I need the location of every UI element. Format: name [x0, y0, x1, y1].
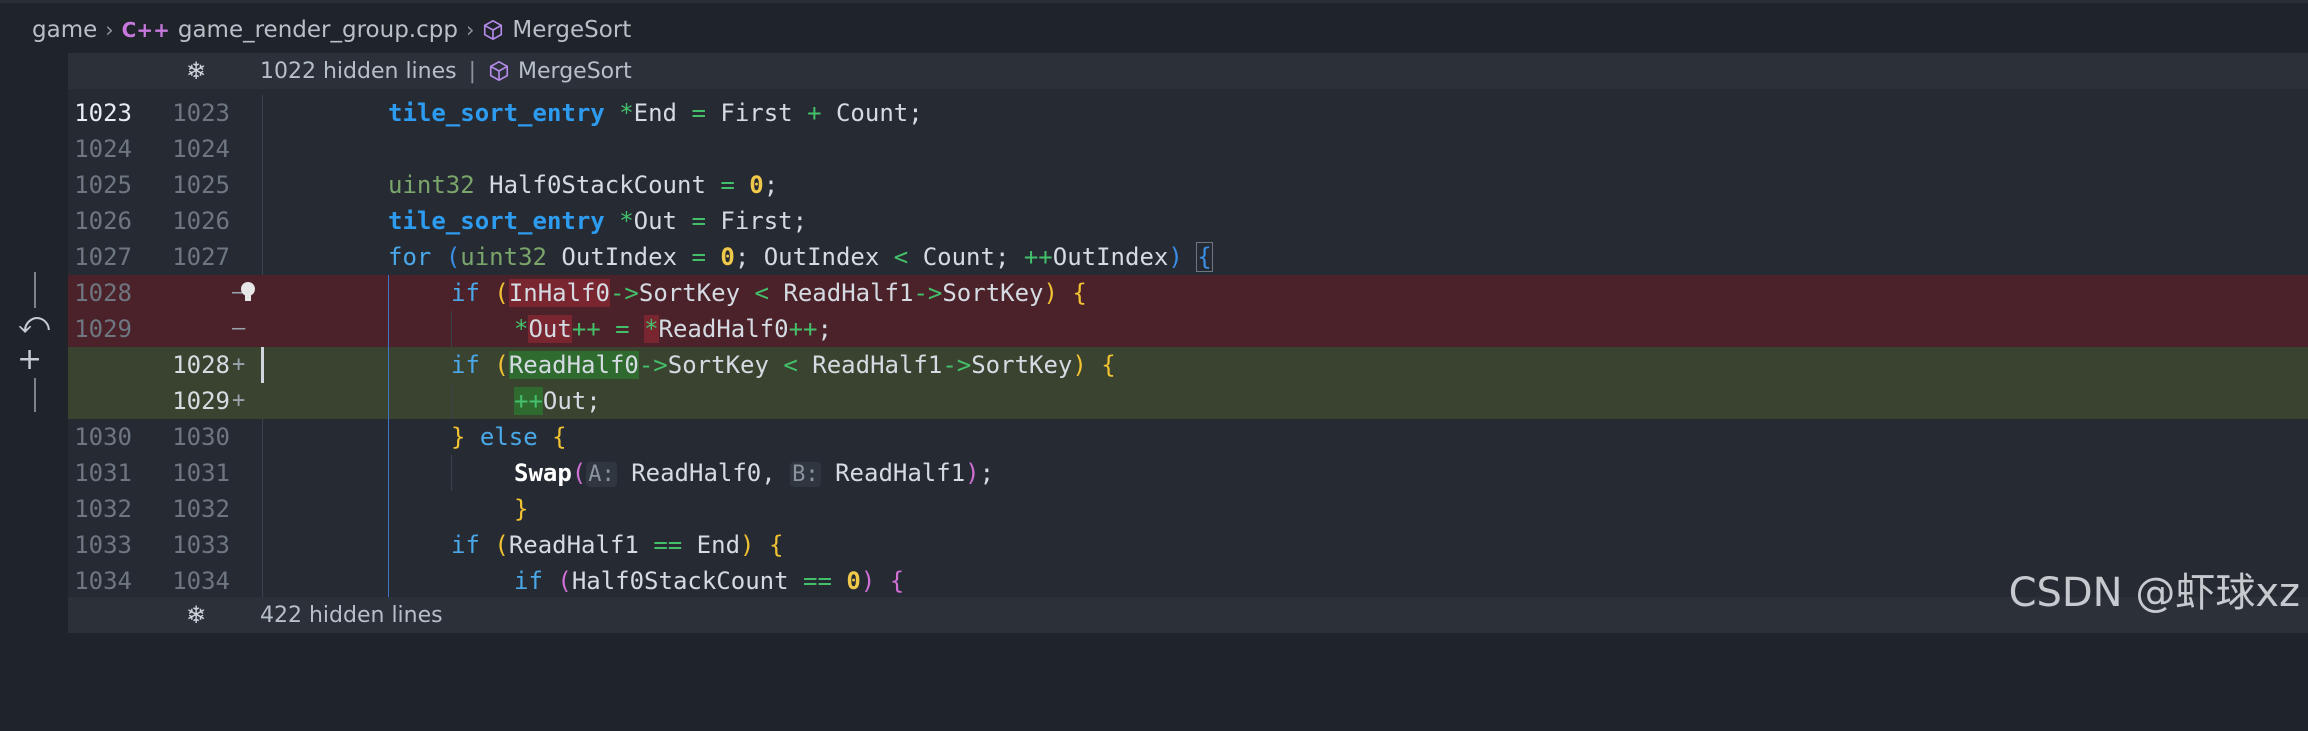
line-number-left: 1027 [74, 243, 132, 271]
code-line[interactable]: 1031 1031 Swap(A: ReadHalf0, B: ReadHalf… [68, 455, 2308, 491]
expand-snowflake-icon[interactable]: ❄ [182, 601, 210, 629]
added-marker: + [232, 352, 246, 377]
code-line[interactable]: 1024 1024 [68, 131, 2308, 167]
plus-icon[interactable]: + [17, 342, 42, 377]
code-line-added[interactable]: 1029 + ++Out; [68, 383, 2308, 419]
inlay-hint: A: [586, 462, 617, 487]
line-number-right: 1027 [172, 243, 230, 271]
line-number-right: 1029 [172, 387, 230, 415]
hidden-lines-bar-top[interactable]: ❄ 1022 hidden lines | MergeSort [68, 53, 2308, 89]
inlay-hint: B: [790, 462, 821, 487]
line-number-left: 1026 [74, 207, 132, 235]
code-line[interactable]: 1026 1026 tile_sort_entry *Out = First; [68, 203, 2308, 239]
hidden-lines-symbol: MergeSort [518, 58, 632, 84]
added-marker: + [232, 388, 246, 413]
diff-connector [34, 272, 36, 308]
diff-connector [34, 378, 36, 412]
code-line[interactable]: 1030 1030 } else { [68, 419, 2308, 455]
line-number-left: 1033 [74, 531, 132, 559]
line-number-right: 1028 [172, 351, 230, 379]
line-number-right: 1032 [172, 495, 230, 523]
line-number-right: 1034 [172, 567, 230, 595]
line-number-left: 1028 [74, 279, 132, 307]
line-number-left: 1029 [74, 315, 132, 343]
line-number-right: 1025 [172, 171, 230, 199]
cpp-file-icon: C++ [121, 18, 170, 42]
line-number-right: 1030 [172, 423, 230, 451]
line-number-left: 1032 [74, 495, 132, 523]
method-cube-icon [489, 60, 509, 82]
code-line[interactable]: 1032 1032 } [68, 491, 2308, 527]
lightbulb-icon[interactable] [238, 275, 258, 311]
line-number-right: 1033 [172, 531, 230, 559]
hidden-lines-label: 422 hidden lines [260, 602, 443, 628]
chevron-right-icon: › [105, 18, 114, 42]
line-number-left: 1025 [74, 171, 132, 199]
line-number-right: 1023 [172, 99, 230, 127]
line-number-right: 1031 [172, 459, 230, 487]
code-line[interactable]: 1025 1025 uint32 Half0StackCount = 0; [68, 167, 2308, 203]
hidden-lines-label: 1022 hidden lines [260, 58, 457, 84]
code-line[interactable]: 1033 1033 if (ReadHalf1 == End) { [68, 527, 2308, 563]
line-number-left: 1034 [74, 567, 132, 595]
breadcrumb-file-label: game_render_group.cpp [177, 17, 458, 43]
revert-arrow-icon[interactable]: ⤺ [18, 306, 50, 341]
line-number-right: 1026 [172, 207, 230, 235]
line-number-left: 1023 [74, 99, 132, 127]
code-line[interactable]: 1034 1034 if (Half0StackCount == 0) { [68, 563, 2308, 599]
line-number-right: 1024 [172, 135, 230, 163]
watermark: CSDN @虾球xz [2008, 570, 2300, 616]
code-line-removed[interactable]: 1029 – *Out++ = *ReadHalf0++; [68, 311, 2308, 347]
expand-snowflake-icon[interactable]: ❄ [182, 57, 210, 85]
breadcrumb-symbol-label: MergeSort [512, 17, 632, 43]
hidden-lines-bar-bottom[interactable]: ❄ 422 hidden lines [68, 597, 2308, 633]
breadcrumb-folder[interactable]: game [32, 17, 97, 43]
text-cursor [261, 347, 264, 383]
breadcrumb-file[interactable]: C++ game_render_group.cpp [122, 17, 458, 43]
chevron-right-icon: › [465, 18, 475, 42]
line-number-left: 1030 [74, 423, 132, 451]
line-number-left: 1024 [74, 135, 132, 163]
breadcrumb-symbol[interactable]: MergeSort [482, 17, 631, 43]
method-cube-icon [484, 19, 503, 41]
code-line[interactable]: 1027 1027 for (uint32 OutIndex = 0; OutI… [68, 239, 2308, 276]
breadcrumb-folder-label: game [32, 17, 98, 43]
code-line-removed[interactable]: 1028 – if (InHalf0->SortKey < ReadHalf1-… [68, 275, 2308, 311]
code-line[interactable]: 1023 1023 tile_sort_entry *End = First +… [68, 95, 2308, 131]
removed-marker: – [232, 316, 246, 341]
line-number-left: 1031 [74, 459, 132, 487]
breadcrumb: game › C++ game_render_group.cpp › Merge… [0, 3, 2308, 57]
code-line-added[interactable]: 1028 + if (ReadHalf0->SortKey < ReadHalf… [68, 347, 2308, 383]
